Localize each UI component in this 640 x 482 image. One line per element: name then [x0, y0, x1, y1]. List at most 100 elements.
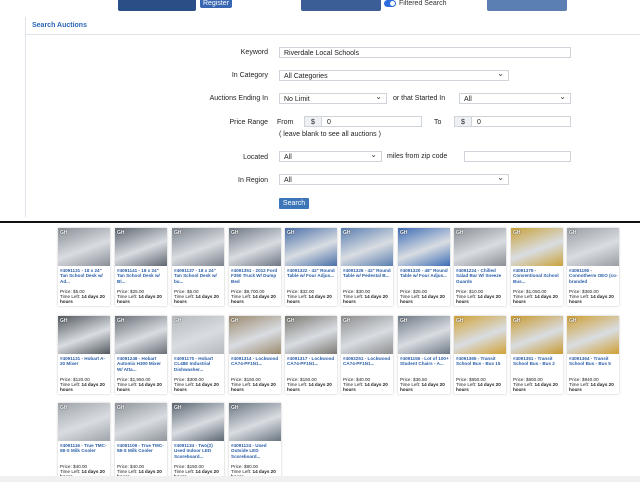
listing-title[interactable]: #4092251 - Lockwood CA74-PF1N1...: [343, 356, 392, 372]
listing-card[interactable]: GH #4091131 - 18 x 24" Tan School Desk w/…: [58, 228, 110, 306]
region-label: In Region: [238, 177, 268, 184]
started-select[interactable]: All: [459, 91, 571, 104]
listing-title[interactable]: #4091131 - Hobart A-20 Mixer: [60, 356, 109, 372]
listing-title[interactable]: #4091156 - Lot of 100+ Student Chairs - …: [400, 356, 449, 372]
listing-card[interactable]: GH #4091314 - Lockwood CA74-PF1N1... Price…: [229, 316, 281, 394]
listing-card[interactable]: GH #4091326 - 42" Round Table w/ Pedestal…: [341, 228, 393, 306]
gh-logo-icon: GH: [174, 405, 182, 411]
listing-card[interactable]: GH #4091365 - Transit School Bus - Bus 15…: [454, 316, 506, 394]
listing-card[interactable]: GH #4091137 - 18 x 24" Tan School Desk w/…: [172, 228, 224, 306]
time-left-label: Time Left:: [117, 469, 139, 474]
listing-card[interactable]: GH #4091322 - 42" Round Table w/ Four Adj…: [285, 228, 337, 306]
listing-card[interactable]: GH #4091141 - 18 x 24" Tan School Desk w/…: [115, 228, 167, 306]
gh-logo-icon: GH: [287, 318, 295, 324]
listing-image[interactable]: GH: [115, 228, 167, 266]
listing-card[interactable]: GH #4091224 - Chilled Salad Bar W/ Sneeze…: [454, 228, 506, 306]
section-divider: [0, 221, 640, 223]
listing-image[interactable]: GH: [229, 228, 281, 266]
listing-image[interactable]: GH: [454, 228, 506, 266]
listing-title[interactable]: #4091248 - Hobart Automix H300 Mixer W/ …: [117, 356, 166, 372]
listing-title[interactable]: #4091170 - Hobart CL48E Industrial Dishw…: [174, 356, 223, 372]
listing-title[interactable]: #4091317 - Lockwood CA74-PF1N1...: [287, 356, 336, 372]
currency-prefix: $: [305, 117, 322, 126]
listing-title[interactable]: #4091224 - Chilled Salad Bar W/ Sneeze G…: [456, 268, 505, 284]
listing-title[interactable]: #4091134 - Two(2) Used Indoor LED Scoreb…: [174, 443, 223, 459]
price-to-value: 0: [477, 119, 481, 126]
listing-image[interactable]: GH: [454, 316, 506, 354]
listing-card[interactable]: GH #4091190 - Connotherm OEO (co-branded P…: [567, 228, 619, 306]
price-from-input[interactable]: $ 0: [304, 116, 422, 127]
located-select[interactable]: All: [279, 149, 382, 162]
listing-card[interactable]: GH #4091320 - 48" Round Table w/ Four Adj…: [398, 228, 450, 306]
listing-image[interactable]: GH: [398, 316, 450, 354]
listing-title[interactable]: #4091109 - True TMC-58-S Milk Cooler: [117, 443, 166, 459]
listing-image[interactable]: GH: [229, 403, 281, 441]
listing-card[interactable]: GH #4091248 - Hobart Automix H300 Mixer W…: [115, 316, 167, 394]
category-select[interactable]: All Categories: [279, 68, 509, 81]
time-left-label: Time Left:: [569, 382, 591, 387]
listing-card[interactable]: GH #4091170 - Hobart CL48E Industrial Dis…: [172, 316, 224, 394]
listing-title[interactable]: #4091190 - Connotherm OEO (co-branded: [569, 268, 618, 284]
listing-image[interactable]: GH: [229, 316, 281, 354]
listing-title[interactable]: #4091322 - 42" Round Table w/ Four Adjus…: [287, 268, 336, 284]
listing-image[interactable]: GH: [172, 228, 224, 266]
listing-time-left: Time Left: 14 days 20 hours: [400, 382, 449, 393]
search-button[interactable]: Search: [279, 198, 309, 209]
listing-card[interactable]: GH #4091109 - True TMC-58-S Milk Cooler Pr…: [115, 403, 167, 481]
listing-image[interactable]: GH: [341, 316, 393, 354]
listing-image[interactable]: GH: [58, 228, 110, 266]
listing-card[interactable]: GH #4091131 - Hobart A-20 Mixer Price: $12…: [58, 316, 110, 394]
listing-image[interactable]: GH: [398, 228, 450, 266]
listing-title[interactable]: #4091141 - 18 x 24" Tan School Desk w/ B…: [117, 268, 166, 284]
listing-card[interactable]: GH #4091134 - Two(2) Used Indoor LED Scor…: [172, 403, 224, 481]
listing-title[interactable]: #4091137 - 18 x 24" Tan School Desk w/ b…: [174, 268, 223, 284]
listing-image[interactable]: GH: [511, 316, 563, 354]
listing-image[interactable]: GH: [511, 228, 563, 266]
zip-input[interactable]: [464, 151, 571, 162]
listing-title[interactable]: #4091116 - True TMC-58-S Milk Cooler: [60, 443, 109, 459]
listing-title[interactable]: #4091375 - Conventional School Bus...: [513, 268, 562, 284]
listing-title[interactable]: #4091365 - Transit School Bus - Bus 15: [456, 356, 505, 372]
time-left-label: Time Left:: [456, 294, 478, 299]
listing-card[interactable]: GH #4091375 - Conventional School Bus... P…: [511, 228, 563, 306]
gh-logo-icon: GH: [456, 318, 464, 324]
price-to-input[interactable]: $ 0: [454, 116, 571, 127]
listing-title[interactable]: #4091320 - 48" Round Table w/ Four Adjus…: [400, 268, 449, 284]
listing-image[interactable]: GH: [58, 403, 110, 441]
listing-image[interactable]: GH: [567, 228, 619, 266]
listing-card[interactable]: GH #4091317 - Lockwood CA74-PF1N1... Price…: [285, 316, 337, 394]
listing-card[interactable]: GH #4091351 - Transit School Bus - Bus 2P…: [511, 316, 563, 394]
listing-image[interactable]: GH: [115, 316, 167, 354]
listing-image[interactable]: GH: [172, 316, 224, 354]
listing-title[interactable]: #4091326 - 42" Round Table w/ Pedestal B…: [343, 268, 392, 284]
listing-card[interactable]: GH #4091156 - Lot of 100+ Student Chairs …: [398, 316, 450, 394]
listing-card[interactable]: GH #4091364 - Transit School Bus - Bus 5P…: [567, 316, 619, 394]
listing-card[interactable]: GH #4092251 - Lockwood CA74-PF1N1... Price…: [341, 316, 393, 394]
listing-card[interactable]: GH #4091124 - Used Outside LED Scoreboard…: [229, 403, 281, 481]
listing-image[interactable]: GH: [341, 228, 393, 266]
listing-title[interactable]: #4091364 - Transit School Bus - Bus 5: [569, 356, 618, 372]
listing-title[interactable]: #4091351 - 2012 Ford F350 Truck W/ Dump …: [231, 268, 280, 284]
listing-card[interactable]: GH #4091351 - 2012 Ford F350 Truck W/ Dum…: [229, 228, 281, 306]
listing-title[interactable]: #4091131 - 18 x 24" Tan School Desk w/ A…: [60, 268, 109, 284]
listing-image[interactable]: GH: [115, 403, 167, 441]
panel-divider: [26, 34, 640, 35]
listing-image[interactable]: GH: [567, 316, 619, 354]
gh-logo-icon: GH: [513, 318, 521, 324]
time-left-label: Time Left:: [287, 294, 309, 299]
listing-image[interactable]: GH: [58, 316, 110, 354]
listing-image[interactable]: GH: [285, 316, 337, 354]
listing-title[interactable]: #4091351 - Transit School Bus - Bus 2: [513, 356, 562, 372]
keyword-input[interactable]: Riverdale Local Schools: [279, 47, 571, 58]
listing-title[interactable]: #4091314 - Lockwood CA74-PF1N1...: [231, 356, 280, 372]
ending-select[interactable]: No Limit: [279, 91, 387, 104]
listing-image[interactable]: GH: [172, 403, 224, 441]
listing-image[interactable]: GH: [285, 228, 337, 266]
register-button[interactable]: Register: [200, 0, 232, 8]
filtered-search-label: Filtered Search: [399, 0, 447, 7]
listing-card[interactable]: GH #4091116 - True TMC-58-S Milk Cooler Pr…: [58, 403, 110, 481]
listing-title[interactable]: #4091124 - Used Outside LED Scoreboard..…: [231, 443, 280, 459]
gh-logo-icon: GH: [117, 318, 125, 324]
filtered-search-toggle[interactable]: [384, 0, 396, 7]
region-select[interactable]: All: [279, 172, 509, 185]
